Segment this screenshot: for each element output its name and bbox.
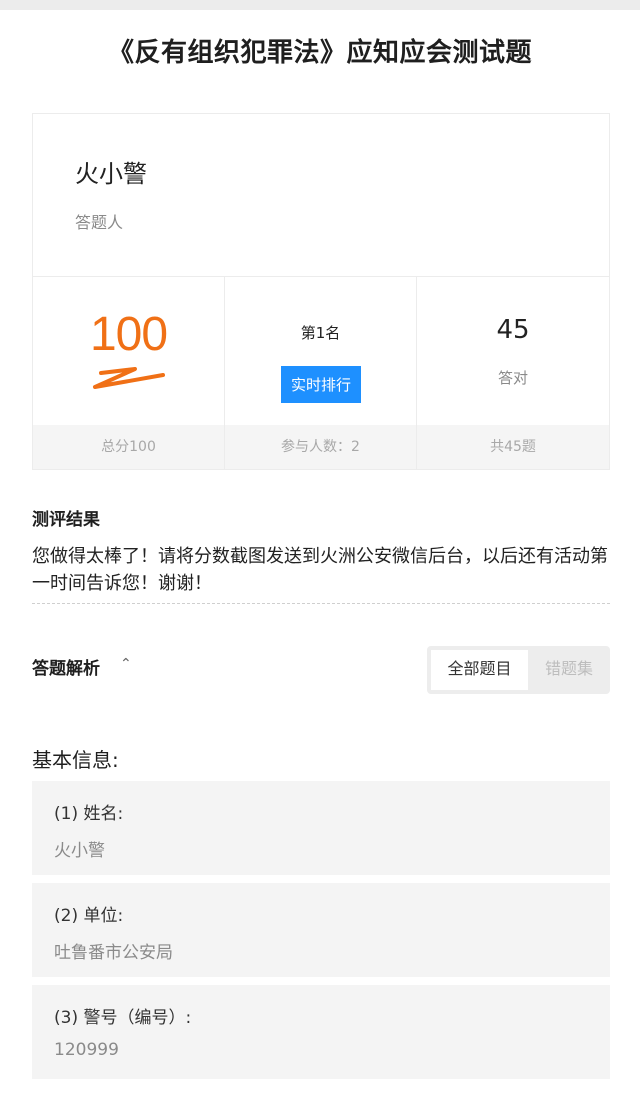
tab-wrong-questions[interactable]: 错题集 (531, 650, 607, 690)
info-field-unit: (2) 单位: 吐鲁番市公安局 (32, 883, 610, 977)
evaluation-heading: 测评结果 (32, 510, 100, 530)
total-questions-label: 共45题 (417, 425, 609, 469)
collapse-chevron-icon[interactable]: ⌃︎ (120, 656, 132, 672)
field-answer: 火小警 (54, 841, 105, 861)
score-total-label: 总分100 (33, 425, 224, 469)
rank-cell: 第1名 实时排行 参与人数：2 (225, 277, 417, 469)
status-bar (0, 0, 640, 10)
basic-info-heading: 基本信息: (32, 748, 119, 772)
field-answer: 120999 (54, 1040, 119, 1060)
info-field-name: (1) 姓名: 火小警 (32, 781, 610, 875)
respondent-name: 火小警 (75, 160, 147, 188)
rank-text: 第1名 (300, 324, 341, 342)
correct-cell: 45 答对 共45题 (417, 277, 609, 469)
info-field-badge-number: (3) 警号（编号）: 120999 (32, 985, 610, 1079)
score-swoosh-icon (93, 367, 165, 389)
tab-all-questions[interactable]: 全部题目 (431, 650, 528, 690)
field-question: (3) 警号（编号）: (54, 1008, 192, 1028)
question-filter-toggle: 全部题目 错题集 (427, 646, 610, 694)
score-cell: 100 总分100 (33, 277, 225, 469)
field-question: (1) 姓名: (54, 804, 124, 824)
page-title: 《反有组织犯罪法》应知应会测试题 (107, 38, 532, 68)
analysis-heading: 答题解析 (32, 659, 100, 679)
result-card: 火小警 答题人 100 总分100 第1名 实时排行 参与人数：2 45 答对 … (32, 113, 610, 470)
realtime-ranking-button[interactable]: 实时排行 (281, 366, 361, 403)
evaluation-text: 您做得太棒了！请将分数截图发送到火洲公安微信后台，以后还有活动第一时间告诉您！谢… (32, 546, 608, 594)
dashed-divider (32, 603, 610, 604)
participants-label: 参与人数：2 (225, 425, 416, 469)
field-answer: 吐鲁番市公安局 (54, 943, 173, 963)
score-value: 100 (89, 308, 168, 361)
respondent-role-label: 答题人 (75, 213, 124, 232)
correct-count: 45 (496, 315, 530, 345)
correct-label: 答对 (497, 369, 528, 387)
field-question: (2) 单位: (54, 906, 124, 926)
